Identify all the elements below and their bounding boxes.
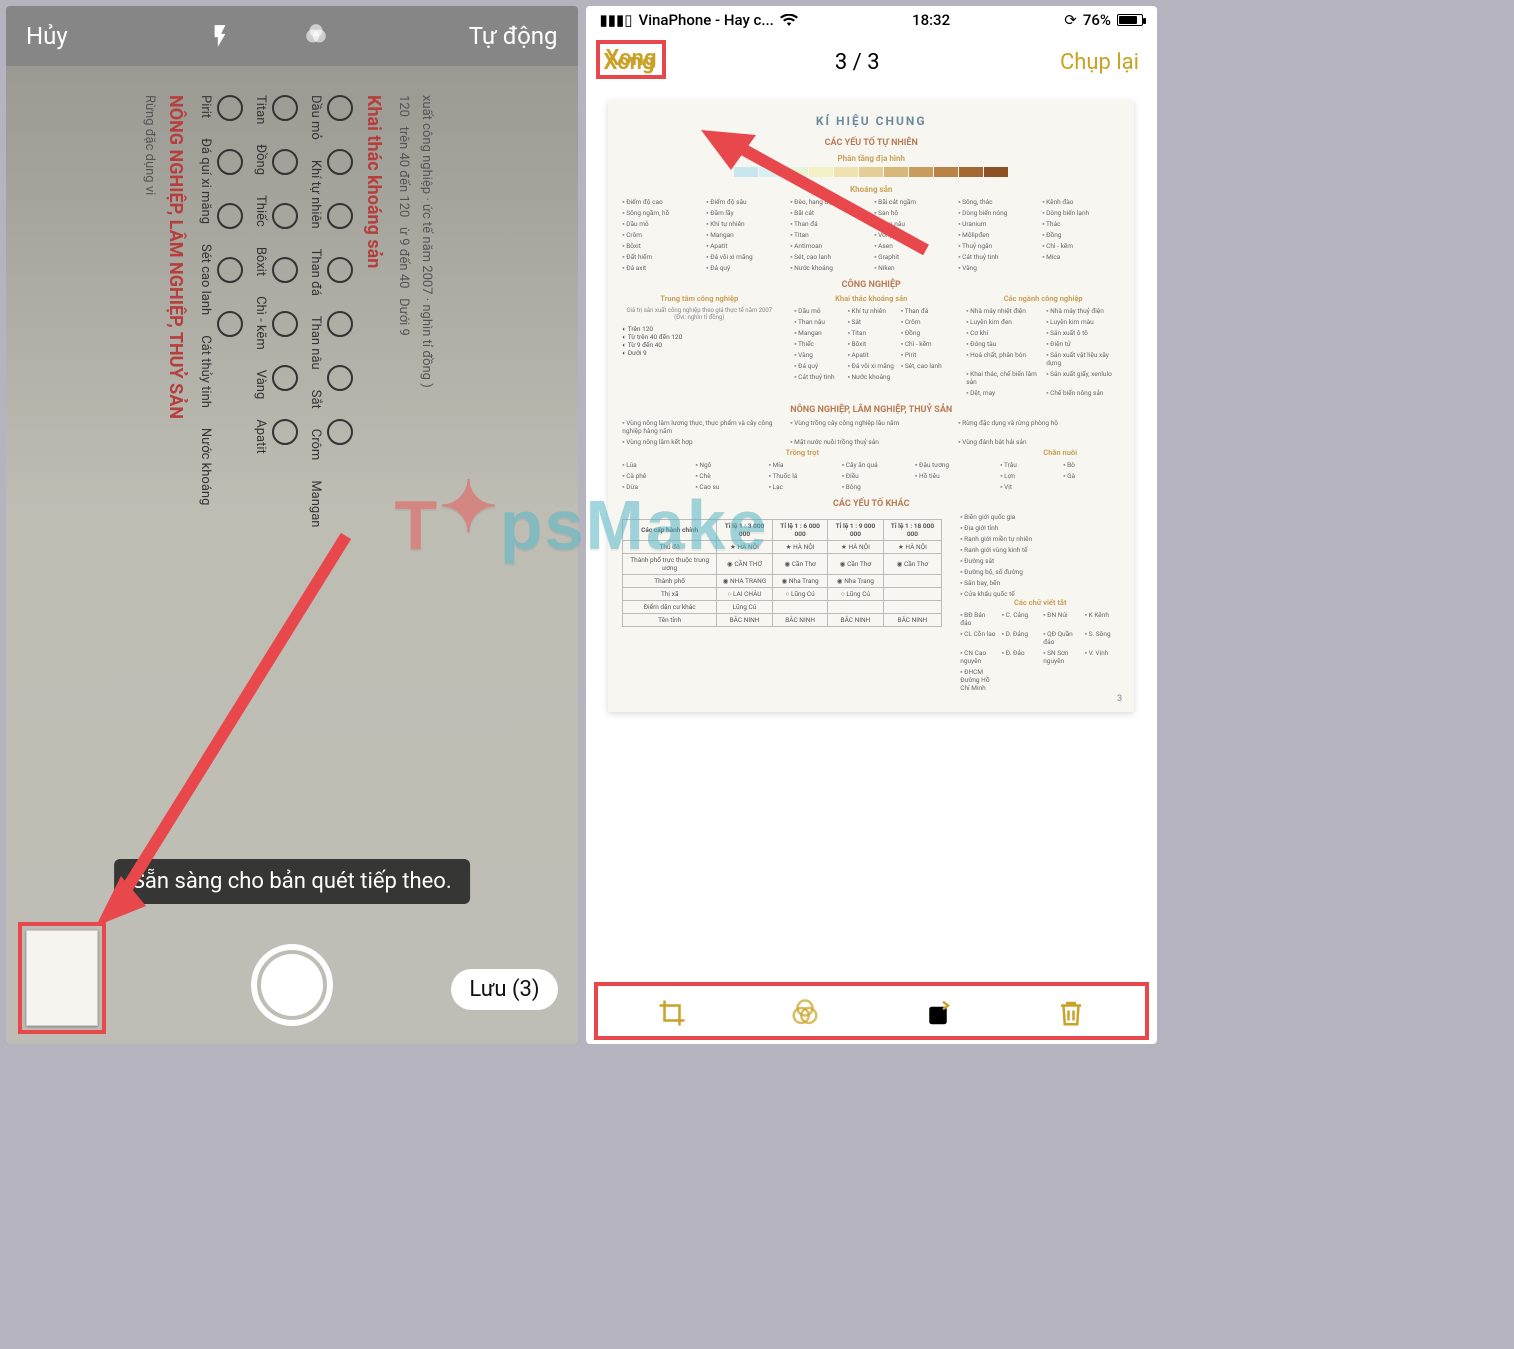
elevation-swatches — [622, 167, 1120, 177]
recent-scan-thumbnail[interactable] — [18, 922, 106, 1034]
shutter-button[interactable] — [251, 944, 333, 1026]
retake-button[interactable]: Chụp lại — [1060, 50, 1139, 75]
carrier-label: VinaPhone - Hay c... — [639, 11, 774, 29]
signal-icon: ▮▮▮▯ — [600, 11, 633, 29]
watermark: T✦psMake — [394, 484, 768, 566]
annotation-box-toolbar — [594, 982, 1150, 1040]
camera-bottom-bar: Lưu (3) — [6, 924, 578, 1044]
orientation-lock-icon: ⟳ — [1064, 11, 1077, 29]
battery-percent: 76% — [1083, 11, 1111, 29]
clock: 18:32 — [912, 11, 950, 29]
battery-icon — [1117, 14, 1143, 26]
flash-icon[interactable] — [207, 23, 233, 49]
scanned-document-page: KÍ HIỆU CHUNG CÁC YẾU TỐ TỰ NHIÊN Phân t… — [608, 100, 1134, 712]
auto-mode-button[interactable]: Tự động — [469, 22, 558, 50]
mining-section-title: Khai thác khoáng sản — [363, 95, 384, 915]
ready-toast: Sẵn sàng cho bản quét tiếp theo. — [114, 859, 470, 904]
agri-section-title: NÔNG NGHIỆP, LÂM NGHIỆP, THUỶ SẢN — [165, 95, 186, 915]
wifi-icon — [780, 14, 798, 26]
scan-title: KÍ HIỆU CHUNG — [622, 114, 1120, 128]
filter-icon[interactable] — [303, 23, 329, 49]
page-number: 3 — [1117, 694, 1122, 704]
cancel-button[interactable]: Hủy — [26, 22, 68, 50]
annotation-box-done: Xong — [596, 40, 667, 79]
review-top-bar: Xong 3 / 3 Chụp lại — [586, 34, 1158, 90]
save-button[interactable]: Lưu (3) — [451, 969, 557, 1010]
page-indicator: 3 / 3 — [835, 50, 880, 75]
camera-top-bar: Hủy Tự động — [6, 6, 578, 66]
ios-status-bar: ▮▮▮▯ VinaPhone - Hay c... 18:32 ⟳ 76% — [586, 6, 1158, 34]
